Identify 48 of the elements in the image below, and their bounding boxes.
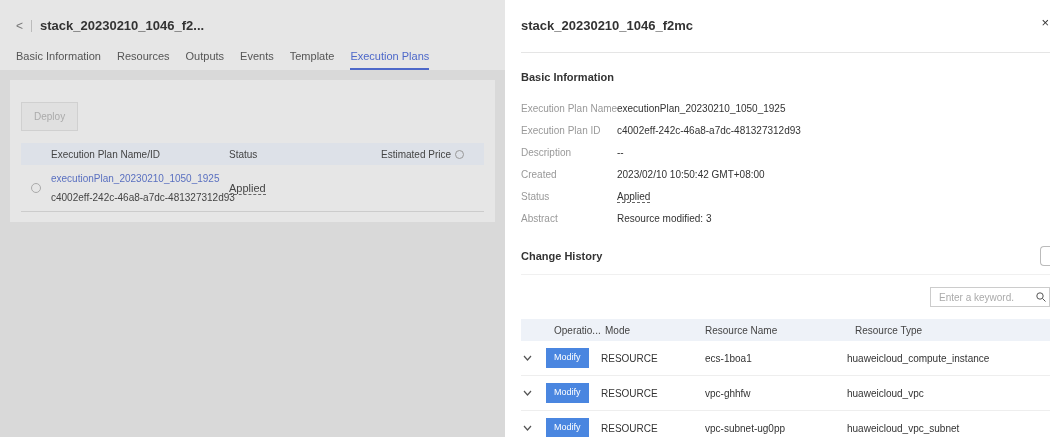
- tab[interactable]: Execution Plans: [350, 47, 430, 70]
- search-icon[interactable]: [1036, 292, 1046, 302]
- operation-tag: Modify: [546, 418, 589, 437]
- tab[interactable]: Events: [240, 47, 274, 70]
- tab[interactable]: Basic Information: [16, 47, 101, 70]
- field-label: Status: [521, 190, 551, 204]
- column-header: Resource Type: [854, 323, 924, 338]
- table-cell-text: RESOURCE: [600, 386, 659, 401]
- field-value: Applied: [617, 191, 651, 203]
- chevron-icon[interactable]: [523, 390, 532, 396]
- table-cell-text: vpc-subnet-ug0pp: [704, 421, 787, 436]
- operation-tag: Modify: [546, 348, 589, 368]
- table-cell-text: huaweicloud_compute_instance: [847, 351, 991, 366]
- chevron-icon[interactable]: [523, 355, 532, 361]
- column-header: Execution Plan Name/ID: [50, 147, 161, 162]
- field-value: c4002eff-242c-46a8-a7dc-481327312d93: [617, 125, 801, 136]
- page-title: stack_20230210_1046_f2...: [40, 17, 205, 35]
- column-header: Resource Name: [704, 323, 779, 338]
- operation-tag: Modify: [546, 383, 589, 403]
- field-label: Abstract: [521, 212, 559, 226]
- field-label: Execution Plan Name: [521, 102, 617, 116]
- field-value: executionPlan_20230210_1050_1925: [617, 103, 786, 114]
- field-label: Execution Plan ID: [521, 124, 602, 138]
- table-cell-text: RESOURCE: [600, 421, 659, 436]
- section-heading: Change History: [521, 248, 603, 264]
- field-value: Resource modified: 3: [617, 213, 712, 224]
- table-cell-text: huaweicloud_vpc: [847, 386, 925, 401]
- tab[interactable]: Outputs: [185, 47, 225, 70]
- back-button[interactable]: <: [16, 16, 23, 35]
- table-cell-text: vpc-ghhfw: [704, 386, 752, 401]
- status-text: Applied: [229, 181, 266, 195]
- plan-id: c4002eff-242c-46a8-a7dc-481327312d93: [51, 192, 235, 205]
- field-label: Description: [521, 146, 573, 160]
- table-cell-text: RESOURCE: [600, 351, 659, 366]
- table-cell-text: huaweicloud_vpc_subnet: [847, 421, 961, 436]
- tab[interactable]: Resources: [117, 47, 170, 70]
- field-value: 2023/02/10 10:50:42 GMT+08:00: [617, 169, 765, 180]
- section-heading: Basic Information: [521, 69, 615, 85]
- column-header: Estimated Price: [381, 147, 452, 162]
- table-cell-text: ecs-1boa1: [704, 351, 753, 366]
- tab[interactable]: Template: [289, 47, 335, 70]
- drawer-title: stack_20230210_1046_f2mc: [521, 17, 694, 35]
- field-value: --: [617, 147, 624, 158]
- column-header: Status: [228, 147, 259, 162]
- field-label: Created: [521, 168, 558, 182]
- close-button[interactable]: ×: [1041, 16, 1049, 29]
- chevron-icon[interactable]: [523, 425, 532, 431]
- search-field[interactable]: Enter a keyword.: [930, 287, 1050, 307]
